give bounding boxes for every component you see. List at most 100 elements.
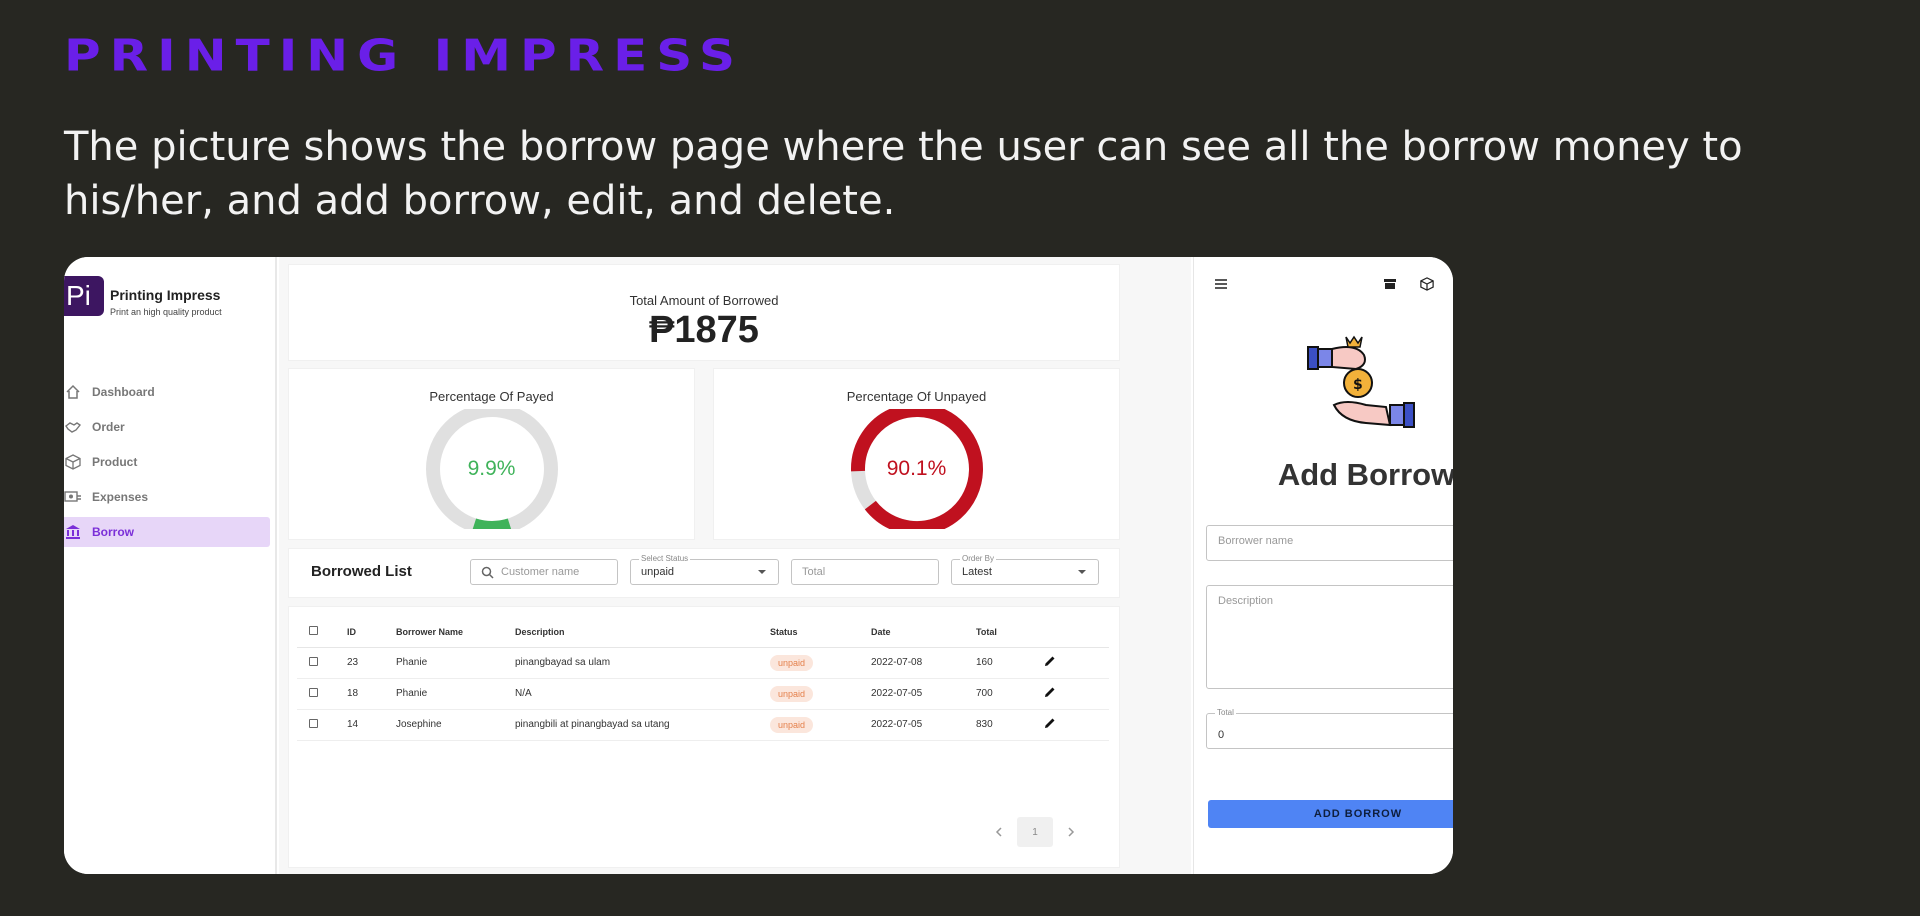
row-checkbox[interactable]	[309, 718, 318, 728]
store-icon	[1384, 279, 1396, 289]
table-header-row: ID Borrower Name Description Status Date…	[297, 617, 1109, 648]
product-button[interactable]	[1414, 271, 1440, 297]
expenses-button[interactable]	[1450, 271, 1453, 297]
table-row: 14 Josephine pinangbili at pinangbayad s…	[297, 709, 1109, 741]
status-select-value: unpaid	[641, 566, 675, 578]
svg-text:$: $	[1353, 377, 1363, 393]
unpayed-label: Percentage Of Unpayed	[846, 389, 987, 404]
cell-name: Josephine	[396, 709, 515, 741]
list-title: Borrowed List	[311, 563, 412, 580]
sidebar-item-dashboard[interactable]: Dashboard	[64, 377, 270, 407]
main-content: Total Amount of Borrowed ₱1875 Percentag…	[279, 257, 1191, 874]
borrow-table-card: ID Borrower Name Description Status Date…	[289, 607, 1119, 867]
cell-name: Phanie	[396, 647, 515, 679]
borrow-illustration-icon: $	[1307, 335, 1415, 428]
slide-description: The picture shows the borrow page where …	[64, 124, 1743, 224]
bank-icon	[64, 524, 82, 540]
list-toolbar: Borrowed List Customer name Select Statu…	[289, 549, 1119, 597]
status-badge: unpaid	[770, 716, 814, 733]
cell-date: 2022-07-05	[871, 709, 976, 741]
status-badge: unpaid	[770, 685, 814, 702]
description-textarea[interactable]: Description	[1206, 585, 1453, 689]
edit-icon[interactable]	[1044, 655, 1056, 667]
header-borrower-name: Borrower Name	[396, 617, 515, 648]
menu-button[interactable]	[1208, 271, 1234, 297]
home-icon	[64, 384, 82, 400]
status-select-label: Select Status	[639, 554, 691, 563]
edit-icon[interactable]	[1044, 717, 1056, 729]
sidebar-item-label: Expenses	[92, 490, 149, 504]
cell-id: 18	[347, 678, 396, 710]
cell-id: 23	[347, 647, 396, 679]
sidebar-item-order[interactable]: Order	[64, 412, 270, 442]
cell-name: Phanie	[396, 678, 515, 710]
header-total: Total	[976, 617, 1044, 648]
payed-label: Percentage Of Payed	[429, 389, 554, 404]
chevron-left-icon	[995, 827, 1002, 837]
total-card: Total Amount of Borrowed ₱1875	[289, 265, 1119, 360]
add-borrow-panel: $ Add Borrow Borrower name Description T…	[1193, 257, 1453, 874]
total-filter-placeholder: Total	[802, 566, 826, 578]
hamburger-icon	[1215, 279, 1227, 289]
cell-description: N/A	[515, 678, 770, 710]
chevron-down-icon	[758, 570, 766, 574]
total-filter-input[interactable]: Total	[791, 559, 939, 585]
sidebar-item-label: Order	[92, 420, 125, 434]
app-screenshot: Pi Printing Impress Print an high qualit…	[64, 257, 1453, 874]
total-label: Total Amount of Borrowed	[629, 293, 779, 308]
cell-total: 830	[976, 709, 1044, 741]
total-input-label: Total	[1215, 708, 1236, 717]
select-all-checkbox[interactable]	[309, 626, 318, 636]
unpayed-card: Percentage Of Unpayed 90.1%	[714, 369, 1119, 539]
cell-date: 2022-07-05	[871, 678, 976, 710]
money-icon	[64, 489, 82, 505]
brand-name: Printing Impress	[110, 287, 221, 303]
borrower-name-placeholder: Borrower name	[1218, 535, 1294, 547]
order-select-value: Latest	[962, 566, 992, 578]
sidebar-item-borrow[interactable]: Borrow	[64, 517, 270, 547]
add-borrow-title: Add Borrow	[1277, 457, 1453, 492]
pagination: 1	[981, 817, 1089, 847]
cell-description: pinangbili at pinangbayad sa utang	[515, 709, 770, 741]
search-icon	[481, 566, 494, 579]
search-placeholder: Customer name	[501, 566, 580, 578]
slide-title: PRINTING IMPRESS	[64, 30, 745, 82]
box-icon	[1420, 277, 1434, 291]
cell-id: 14	[347, 709, 396, 741]
borrower-name-input[interactable]: Borrower name	[1206, 525, 1453, 561]
payed-card: Percentage Of Payed 9.9%	[289, 369, 694, 539]
order-select[interactable]: Order By Latest	[951, 554, 1099, 585]
sidebar-item-product[interactable]: Product	[64, 447, 270, 477]
chevron-right-icon	[1068, 827, 1075, 837]
brand-tagline: Print an high quality product	[110, 307, 222, 317]
sidebar-item-label: Product	[92, 455, 138, 469]
row-checkbox[interactable]	[309, 656, 318, 666]
handshake-icon	[64, 419, 82, 435]
brand-logo: Pi	[64, 276, 104, 316]
cell-total: 160	[976, 647, 1044, 679]
sidebar-item-label: Dashboard	[92, 385, 155, 399]
header-description: Description	[515, 617, 770, 648]
search-input[interactable]: Customer name	[470, 559, 618, 585]
prev-page-button[interactable]	[981, 817, 1017, 847]
page-button-current[interactable]: 1	[1017, 817, 1053, 847]
header-status: Status	[770, 617, 871, 648]
next-page-button[interactable]	[1053, 817, 1089, 847]
description-placeholder: Description	[1218, 595, 1274, 607]
header-date: Date	[871, 617, 976, 648]
sidebar-item-expenses[interactable]: Expenses	[64, 482, 270, 512]
total-input-value: 0	[1218, 729, 1225, 741]
add-borrow-button[interactable]: ADD BORROW	[1208, 800, 1453, 828]
status-select[interactable]: Select Status unpaid	[630, 554, 779, 585]
sidebar-nav: Dashboard Order Product Expenses Borrow	[64, 377, 270, 552]
row-checkbox[interactable]	[309, 687, 318, 697]
edit-icon[interactable]	[1044, 686, 1056, 698]
borrow-table: ID Borrower Name Description Status Date…	[297, 617, 1109, 741]
box-icon	[64, 454, 82, 470]
cell-description: pinangbayad sa ulam	[515, 647, 770, 679]
sidebar-item-label: Borrow	[92, 525, 134, 539]
table-row: 23 Phanie pinangbayad sa ulam unpaid 202…	[297, 647, 1109, 679]
store-button[interactable]	[1377, 271, 1403, 297]
total-input[interactable]: Total 0	[1206, 708, 1453, 749]
status-badge: unpaid	[770, 654, 814, 671]
